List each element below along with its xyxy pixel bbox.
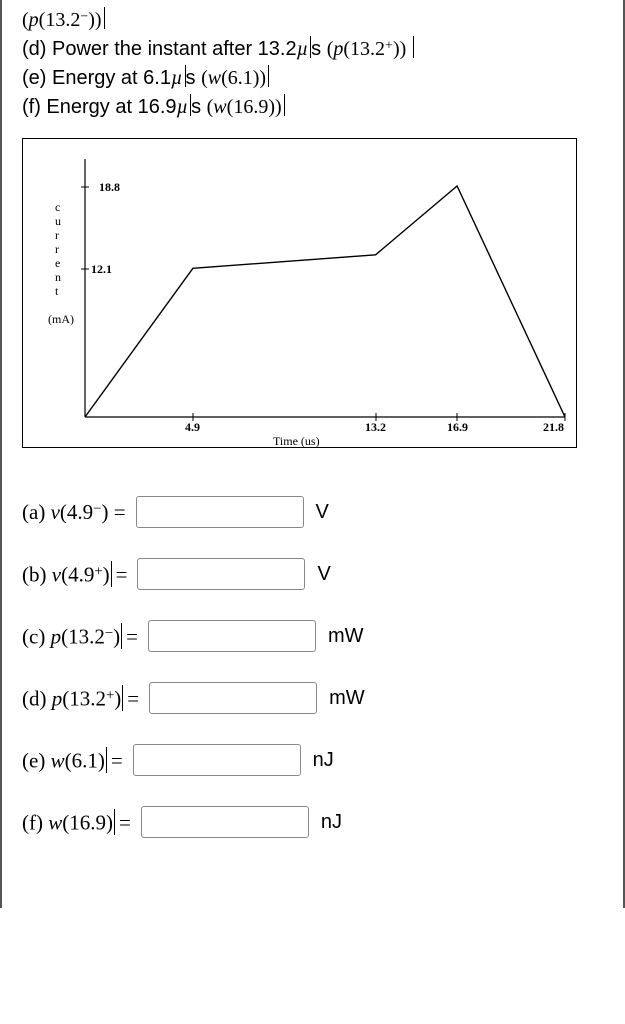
answer-input-c[interactable] [148, 620, 316, 652]
problem-prompt: (p(13.2−)) (d) Power the instant after 1… [22, 6, 603, 122]
ylabel-t: t [55, 285, 58, 297]
ylabel-n: n [55, 271, 61, 283]
xtick-21-8: 21.8 [543, 421, 564, 433]
prompt-line-f: (f) Energy at 16.9µs (w(16.9)) [22, 93, 603, 122]
answer-unit: V [317, 563, 330, 586]
answer-lhs: (e) w(6.1)= [22, 747, 123, 773]
answer-row: (b) v(4.9+)= V [22, 558, 603, 590]
xtick-13-2: 13.2 [365, 421, 386, 433]
ytick-18-8: 18.8 [99, 181, 120, 193]
x-axis-label: Time (us) [273, 435, 320, 447]
y-unit-label: (mA) [48, 313, 74, 325]
answer-input-e[interactable] [133, 744, 301, 776]
prompt-line-d: (d) Power the instant after 13.2µs (p(13… [22, 35, 603, 64]
answer-lhs: (d) p(13.2+)= [22, 685, 139, 711]
ylabel-c: c [55, 201, 60, 213]
answer-input-b[interactable] [137, 558, 305, 590]
answer-row: (f) w(16.9)= nJ [22, 806, 603, 838]
answer-input-d[interactable] [149, 682, 317, 714]
answer-lhs: (f) w(16.9)= [22, 809, 131, 835]
ylabel-e: e [55, 257, 60, 269]
xtick-4-9: 4.9 [185, 421, 200, 433]
xtick-16-9: 16.9 [447, 421, 468, 433]
prompt-line-e: (e) Energy at 6.1µs (w(6.1)) [22, 64, 603, 93]
prompt-line-c-frag: (p(13.2−)) [22, 6, 603, 35]
answer-input-f[interactable] [141, 806, 309, 838]
answer-row: (c) p(13.2−)= mW [22, 620, 603, 652]
ylabel-r2: r [55, 243, 59, 255]
answer-lhs: (b) v(4.9+)= [22, 561, 127, 587]
answer-row: (a) v(4.9−) = V [22, 496, 603, 528]
answer-unit: nJ [313, 749, 334, 772]
answer-unit: nJ [321, 811, 342, 834]
current-time-chart: 18.8 12.1 4.9 13.2 16.9 21.8 Time (us) c… [22, 138, 577, 448]
answer-unit: mW [329, 687, 365, 710]
answer-lhs: (a) v(4.9−) = [22, 500, 126, 525]
ylabel-u: u [55, 215, 61, 227]
answer-row: (d) p(13.2+)= mW [22, 682, 603, 714]
answer-lhs: (c) p(13.2−)= [22, 623, 138, 649]
answer-list: (a) v(4.9−) = V(b) v(4.9+)= V(c) p(13.2−… [22, 496, 603, 838]
ylabel-r: r [55, 229, 59, 241]
ytick-12-1: 12.1 [91, 263, 112, 275]
answer-unit: V [316, 501, 329, 524]
answer-unit: mW [328, 625, 364, 648]
answer-row: (e) w(6.1)= nJ [22, 744, 603, 776]
answer-input-a[interactable] [136, 496, 304, 528]
